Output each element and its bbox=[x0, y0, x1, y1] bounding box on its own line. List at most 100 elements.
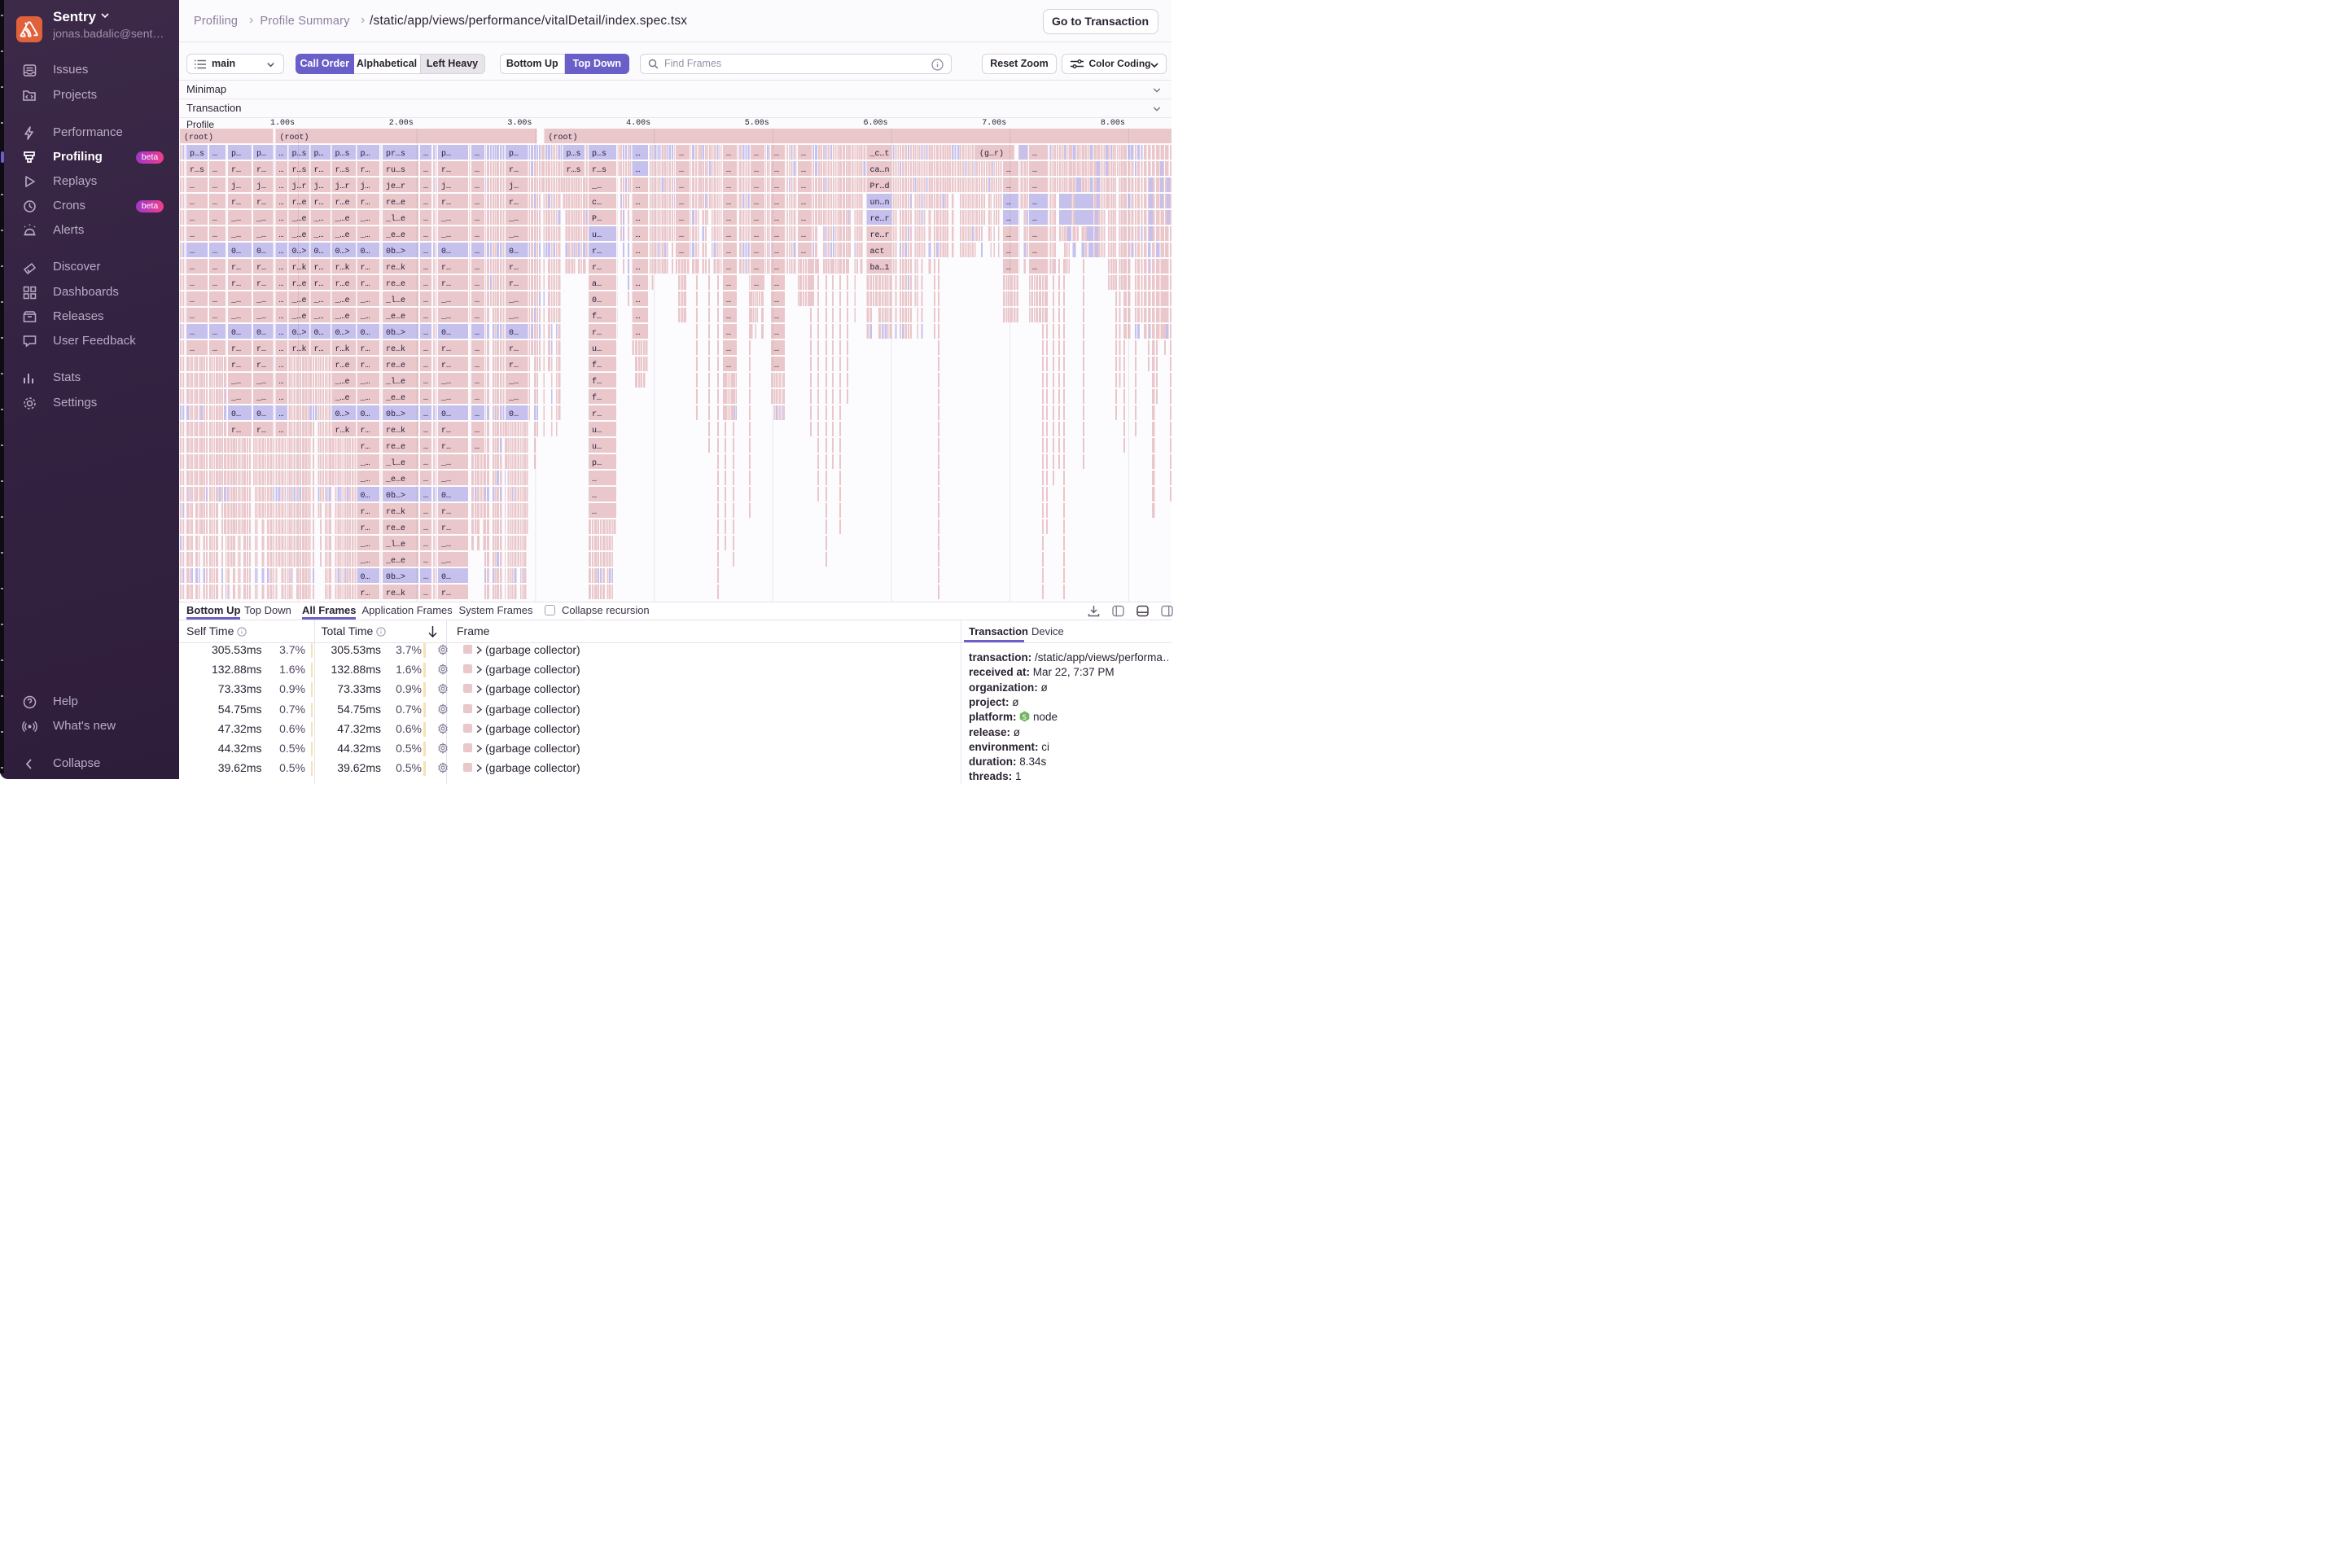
svg-text:…: … bbox=[190, 296, 195, 305]
svg-text:…: … bbox=[754, 215, 759, 224]
svg-text:u…: u… bbox=[592, 345, 602, 354]
svg-text:0…: 0… bbox=[441, 247, 451, 256]
svg-text:ba…1: ba…1 bbox=[870, 263, 890, 273]
svg-text:…: … bbox=[423, 589, 428, 598]
svg-text:…: … bbox=[774, 231, 779, 240]
svg-text:p…s: p…s bbox=[592, 150, 607, 159]
svg-text:…: … bbox=[475, 280, 480, 289]
svg-text:…: … bbox=[190, 247, 195, 256]
svg-text:…: … bbox=[475, 443, 480, 452]
svg-text:_…: _… bbox=[360, 541, 370, 550]
svg-text:0…: 0… bbox=[509, 410, 519, 419]
svg-text:…: … bbox=[423, 329, 428, 338]
svg-text:re…e: re…e bbox=[386, 443, 405, 452]
svg-text:…: … bbox=[636, 264, 641, 273]
svg-text:r…: r… bbox=[361, 199, 370, 208]
svg-text:r…: r… bbox=[441, 427, 451, 436]
svg-text:j…: j… bbox=[314, 182, 324, 191]
svg-text:_…: _… bbox=[440, 313, 451, 322]
svg-text:…: … bbox=[279, 296, 284, 305]
svg-text:0…: 0… bbox=[361, 492, 370, 501]
svg-text:r…s: r…s bbox=[592, 166, 607, 175]
svg-text:…: … bbox=[801, 166, 806, 175]
svg-text:…: … bbox=[212, 313, 217, 322]
svg-text:r…: r… bbox=[361, 524, 370, 533]
svg-text:r…: r… bbox=[441, 345, 451, 354]
svg-text:r…: r… bbox=[441, 264, 451, 273]
svg-text:_…: _… bbox=[256, 378, 266, 387]
svg-text:r…s: r…s bbox=[567, 166, 581, 175]
svg-text:r…s: r…s bbox=[292, 166, 307, 175]
svg-text:…: … bbox=[212, 182, 217, 191]
svg-text:_…: _… bbox=[440, 459, 451, 468]
svg-text:…: … bbox=[190, 199, 195, 208]
svg-text:j…: j… bbox=[509, 182, 519, 191]
svg-text:…: … bbox=[423, 573, 428, 582]
svg-text:…: … bbox=[212, 296, 217, 305]
svg-text:_…: _… bbox=[360, 394, 370, 403]
svg-text:p…: p… bbox=[509, 150, 519, 159]
svg-text:_…e: _…e bbox=[335, 231, 350, 240]
svg-text:_e…e: _e…e bbox=[385, 394, 405, 403]
svg-text:r…s: r…s bbox=[335, 166, 350, 175]
svg-text:…: … bbox=[423, 345, 428, 354]
svg-text:…: … bbox=[475, 264, 480, 273]
svg-text:…: … bbox=[679, 199, 684, 208]
svg-text:(root): (root) bbox=[549, 133, 578, 142]
svg-text:r…: r… bbox=[256, 361, 266, 370]
svg-text:…: … bbox=[726, 215, 731, 224]
svg-text:re…k: re…k bbox=[386, 507, 405, 517]
svg-text:_…: _… bbox=[360, 313, 370, 322]
svg-text:r…: r… bbox=[314, 166, 324, 175]
svg-text:r…: r… bbox=[509, 264, 519, 273]
svg-text:_…: _… bbox=[230, 394, 241, 403]
svg-text:…: … bbox=[475, 361, 480, 370]
svg-text:_…: _… bbox=[256, 231, 266, 240]
svg-text:…: … bbox=[774, 313, 779, 322]
svg-text:re…e: re…e bbox=[386, 524, 405, 533]
svg-text:_…e: _…e bbox=[335, 296, 350, 305]
svg-text:…: … bbox=[475, 410, 480, 419]
svg-text:…: … bbox=[212, 280, 217, 289]
svg-text:_l…e: _l…e bbox=[385, 296, 405, 305]
svg-text:r…: r… bbox=[231, 361, 241, 370]
svg-text:0…: 0… bbox=[256, 247, 266, 256]
svg-text:0…>: 0…> bbox=[335, 410, 350, 419]
svg-text:…: … bbox=[423, 443, 428, 452]
svg-text:…: … bbox=[279, 345, 284, 354]
svg-text:…: … bbox=[1032, 166, 1037, 175]
svg-text:…: … bbox=[212, 199, 217, 208]
svg-text:r…: r… bbox=[231, 166, 241, 175]
svg-text:f…: f… bbox=[592, 377, 602, 387]
svg-text:…: … bbox=[679, 215, 684, 224]
svg-text:_…: _… bbox=[508, 215, 519, 224]
svg-text:…: … bbox=[212, 215, 217, 224]
svg-text:…: … bbox=[774, 182, 779, 191]
svg-text:p…: p… bbox=[592, 459, 602, 468]
svg-text:…: … bbox=[279, 280, 284, 289]
svg-text:ca…n: ca…n bbox=[870, 166, 890, 175]
svg-text:…: … bbox=[754, 247, 759, 256]
svg-text:…: … bbox=[423, 150, 428, 159]
svg-text:…: … bbox=[636, 313, 641, 322]
svg-text:p…s: p…s bbox=[567, 150, 581, 159]
svg-text:…: … bbox=[636, 199, 641, 208]
svg-text:r…: r… bbox=[361, 166, 370, 175]
svg-text:…: … bbox=[279, 166, 284, 175]
svg-text:0…: 0… bbox=[314, 247, 324, 256]
svg-text:…: … bbox=[423, 557, 428, 566]
svg-text:p…: p… bbox=[256, 150, 266, 159]
svg-text:_…: _… bbox=[313, 296, 324, 305]
svg-text:…: … bbox=[592, 508, 597, 517]
svg-text:…: … bbox=[1032, 199, 1037, 208]
svg-text:_…: _… bbox=[230, 231, 241, 240]
svg-text:…: … bbox=[212, 345, 217, 354]
svg-text:…: … bbox=[726, 182, 731, 191]
svg-text:p…: p… bbox=[231, 150, 241, 159]
svg-text:0b…>: 0b…> bbox=[386, 491, 405, 501]
svg-text:p…: p… bbox=[314, 150, 324, 159]
svg-text:_e…e: _e…e bbox=[385, 475, 405, 484]
svg-text:r…: r… bbox=[256, 345, 266, 354]
svg-text:f…: f… bbox=[592, 393, 602, 403]
svg-text:r…: r… bbox=[509, 280, 519, 289]
